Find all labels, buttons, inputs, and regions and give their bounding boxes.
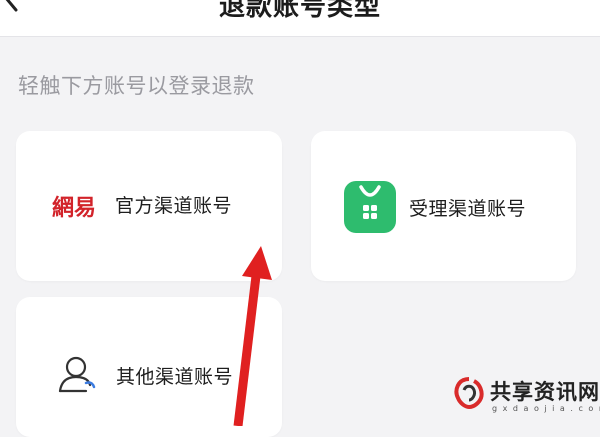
app-store-bag-icon — [344, 181, 396, 233]
official-channel-label: 官方渠道账号 — [115, 195, 233, 217]
instruction-text: 轻触下方账号以登录退款 — [18, 74, 255, 98]
agent-channel-account-card[interactable]: 受理渠道账号 — [311, 131, 576, 281]
more-options-icon[interactable] — [550, 0, 590, 10]
page-title: 退款账号类型 — [218, 0, 381, 22]
watermark-logo-icon — [454, 377, 484, 410]
agent-channel-label: 受理渠道账号 — [409, 198, 527, 220]
svg-text:網易: 網易 — [52, 195, 96, 221]
red-arrow-annotation — [233, 246, 272, 426]
user-icon — [58, 356, 96, 393]
other-channel-label: 其他渠道账号 — [116, 366, 234, 388]
title-bar: 退款账号类型 — [0, 0, 600, 37]
netease-logo: 網易 — [52, 195, 96, 221]
watermark-url: g x d a o j i a . c o m — [492, 404, 600, 413]
watermark-text: 共享资讯网 — [490, 380, 600, 404]
watermark: 共享资讯网 g x d a o j i a . c o m — [452, 374, 600, 418]
